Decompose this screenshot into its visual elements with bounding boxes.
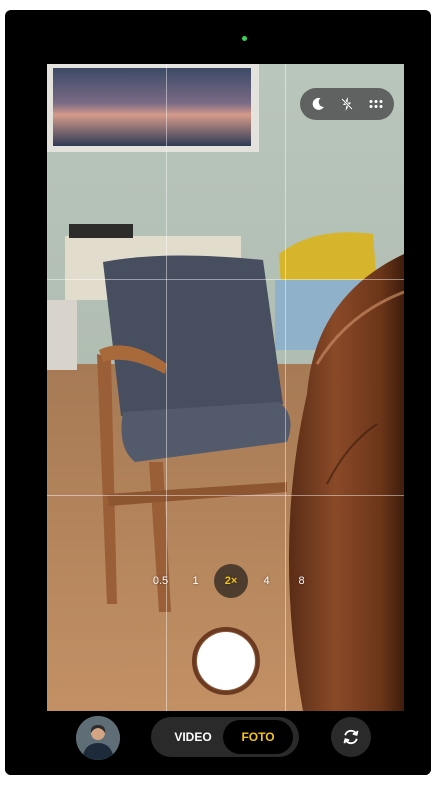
zoom-1[interactable]: 1 [178, 575, 213, 587]
grid-line [166, 64, 167, 711]
gallery-thumbnail[interactable] [76, 716, 120, 760]
zoom-selector: 0.5 1 2× 4 8 [143, 564, 319, 598]
grid-line [285, 64, 286, 711]
capture-mode-switcher: VIDEO FOTO [151, 717, 299, 757]
grid-line [47, 495, 404, 496]
zoom-4[interactable]: 4 [249, 575, 284, 587]
grid-line [47, 279, 404, 280]
shutter-inner [197, 632, 255, 690]
camera-app: 0.5 1 2× 4 8 VIDEO FOTO [5, 10, 431, 775]
grid-dots-icon[interactable] [365, 93, 387, 115]
shutter-button[interactable] [192, 627, 260, 695]
viewfinder[interactable]: 0.5 1 2× 4 8 [47, 64, 404, 711]
camera-switch-button[interactable] [331, 717, 371, 757]
zoom-0.5[interactable]: 0.5 [143, 575, 178, 587]
camera-switch-icon [343, 729, 359, 745]
bottom-controls: VIDEO FOTO [5, 712, 431, 775]
quick-settings-bar [300, 88, 394, 120]
zoom-2-selected[interactable]: 2× [214, 564, 248, 598]
moon-icon[interactable] [307, 93, 329, 115]
zoom-8[interactable]: 8 [284, 575, 319, 587]
camera-preview-image [47, 64, 404, 711]
mode-foto-button[interactable]: FOTO [223, 720, 293, 754]
camera-active-indicator [242, 36, 247, 41]
mode-video-button[interactable]: VIDEO [165, 717, 221, 757]
flash-off-icon[interactable] [336, 93, 358, 115]
